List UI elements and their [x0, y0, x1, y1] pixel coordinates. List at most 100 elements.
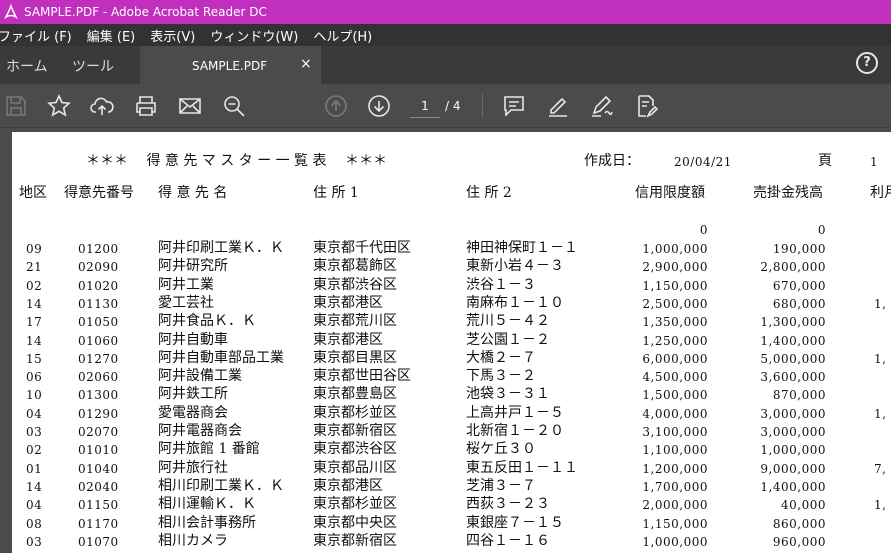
header-credit-limit: 信用限度額	[635, 185, 705, 201]
cell-balance: 1,300,000	[760, 315, 826, 330]
header-address2: 住 所 2	[466, 185, 512, 201]
header-extra: 利月	[870, 185, 891, 201]
cell-code: 02040	[78, 479, 119, 494]
cell-area: 14	[26, 479, 43, 494]
cell-address1: 東京都葛飾区	[313, 258, 397, 275]
cell-limit: 1,200,000	[642, 461, 708, 476]
cell-area: 02	[26, 443, 43, 458]
page-total-label: / 4	[445, 99, 461, 113]
cell-address2: 四谷１－１６	[466, 532, 550, 549]
pdf-page: ＊＊＊ 得 意 先 マ ス タ ー 一 覧 表 ＊＊＊ 作成日： 20/04/2…	[12, 132, 891, 553]
cell-area: 01	[26, 461, 43, 476]
menu-edit[interactable]: 編集 (E)	[87, 26, 136, 45]
toolbar-divider	[482, 94, 483, 118]
highlight-pen-icon[interactable]	[546, 94, 570, 118]
cell-code: 01060	[78, 333, 119, 348]
cell-address1: 東京都杉並区	[313, 404, 397, 421]
cell-address2: 芝浦３－７	[466, 477, 536, 494]
cell-extra: 1,	[874, 296, 887, 311]
cell-area: 15	[26, 351, 43, 366]
toolbar: 1 / 4	[0, 84, 891, 128]
cell-address2: 神田神保町１－１	[466, 240, 578, 256]
tab-document[interactable]: SAMPLE.PDF ×	[140, 46, 321, 84]
cell-code: 02070	[78, 425, 119, 439]
cell-code: 02090	[78, 260, 119, 275]
cell-limit: 1,150,000	[642, 278, 708, 293]
cell-area: 09	[26, 242, 43, 256]
search-zoom-icon[interactable]	[222, 94, 246, 118]
cell-address1: 東京都港区	[313, 294, 383, 311]
cell-name: 阿井食品Ｋ．Ｋ	[158, 313, 256, 330]
menu-window[interactable]: ウィンドウ(W)	[210, 26, 298, 45]
acrobat-logo-icon	[3, 3, 19, 20]
header-balance: 売掛金残高	[753, 185, 823, 201]
tab-home[interactable]: ホーム	[6, 56, 48, 76]
cell-name: 阿井印刷工業Ｋ．Ｋ	[158, 240, 284, 256]
bookmark-star-icon[interactable]	[47, 94, 71, 118]
cell-limit: 4,500,000	[642, 370, 708, 385]
close-tab-button[interactable]: ×	[300, 56, 312, 72]
next-page-icon[interactable]	[367, 94, 391, 118]
cell-balance: 2,800,000	[760, 260, 826, 275]
edit-pdf-icon[interactable]	[634, 94, 659, 118]
fill-sign-icon[interactable]	[590, 94, 614, 118]
cell-area: 06	[26, 370, 43, 385]
cell-address1: 東京都目黒区	[313, 349, 397, 366]
comment-icon[interactable]	[502, 94, 526, 118]
cell-balance: 860,000	[772, 516, 826, 531]
cell-area: 14	[26, 333, 43, 348]
window-title: SAMPLE.PDF - Adobe Acrobat Reader DC	[24, 5, 267, 19]
menu-help[interactable]: ヘルプ(H)	[313, 26, 372, 45]
document-viewport[interactable]: ＊＊＊ 得 意 先 マ ス タ ー 一 覧 表 ＊＊＊ 作成日： 20/04/2…	[0, 128, 891, 553]
header-area: 地区	[19, 185, 47, 201]
upload-cloud-icon[interactable]	[90, 94, 114, 118]
cell-area: 04	[26, 498, 43, 513]
cell-balance: 870,000	[772, 388, 826, 403]
cell-balance: 5,000,000	[760, 351, 826, 366]
page-number-input[interactable]: 1	[410, 94, 440, 118]
cell-limit: 3,100,000	[642, 425, 708, 439]
cell-address1: 東京都新宿区	[313, 423, 397, 439]
cell-code: 01020	[78, 278, 119, 293]
cell-address1: 東京都渋谷区	[313, 276, 397, 293]
created-date: 20/04/21	[674, 155, 732, 169]
cell-limit: 1,350,000	[642, 315, 708, 330]
cell-balance: 3,000,000	[760, 406, 826, 421]
tab-tools[interactable]: ツール	[72, 56, 114, 76]
cell-area: 10	[26, 388, 43, 403]
cell-address1: 東京都新宿区	[313, 532, 397, 549]
cell-name: 阿井自動車部品工業	[158, 349, 284, 366]
cell-address1: 東京都豊島区	[313, 386, 397, 403]
cell-address2: 北新宿１－２０	[466, 423, 564, 439]
cell-code: 01170	[78, 516, 119, 531]
header-address1: 住 所 1	[313, 185, 359, 201]
cell-area: 04	[26, 406, 43, 421]
menu-file[interactable]: ファイル (F)	[0, 26, 72, 45]
header-code: 得意先番号	[64, 185, 134, 201]
cell-balance: 1,400,000	[760, 333, 826, 348]
cell-address2: 渋谷１－３	[466, 276, 536, 293]
cell-name: 阿井研究所	[158, 258, 228, 275]
cell-code: 01130	[78, 296, 119, 311]
previous-page-icon[interactable]	[324, 94, 348, 118]
cell-limit: 1,150,000	[642, 516, 708, 531]
email-icon[interactable]	[178, 94, 202, 118]
cell-extra: 7,	[874, 461, 887, 476]
cell-balance: 190,000	[772, 242, 826, 256]
save-icon[interactable]	[4, 94, 28, 118]
cell-code: 02060	[78, 370, 119, 385]
cell-address1: 東京都港区	[313, 331, 383, 348]
cell-name: 阿井鉄工所	[158, 386, 228, 403]
cell-address1: 東京都荒川区	[313, 313, 397, 330]
page-label: 頁	[818, 153, 832, 169]
menu-view[interactable]: 表示(V)	[150, 26, 195, 45]
cell-extra: 1,	[874, 351, 887, 366]
cell-limit: 1,700,000	[642, 479, 708, 494]
print-icon[interactable]	[134, 94, 158, 118]
cell-address1: 東京都杉並区	[313, 496, 397, 513]
help-icon[interactable]: ?	[856, 52, 878, 74]
cell-address1: 東京都千代田区	[313, 240, 411, 256]
cell-code: 01070	[78, 534, 119, 549]
cell-limit: 1,000,000	[642, 242, 708, 256]
zero-limit: 0	[699, 223, 708, 237]
